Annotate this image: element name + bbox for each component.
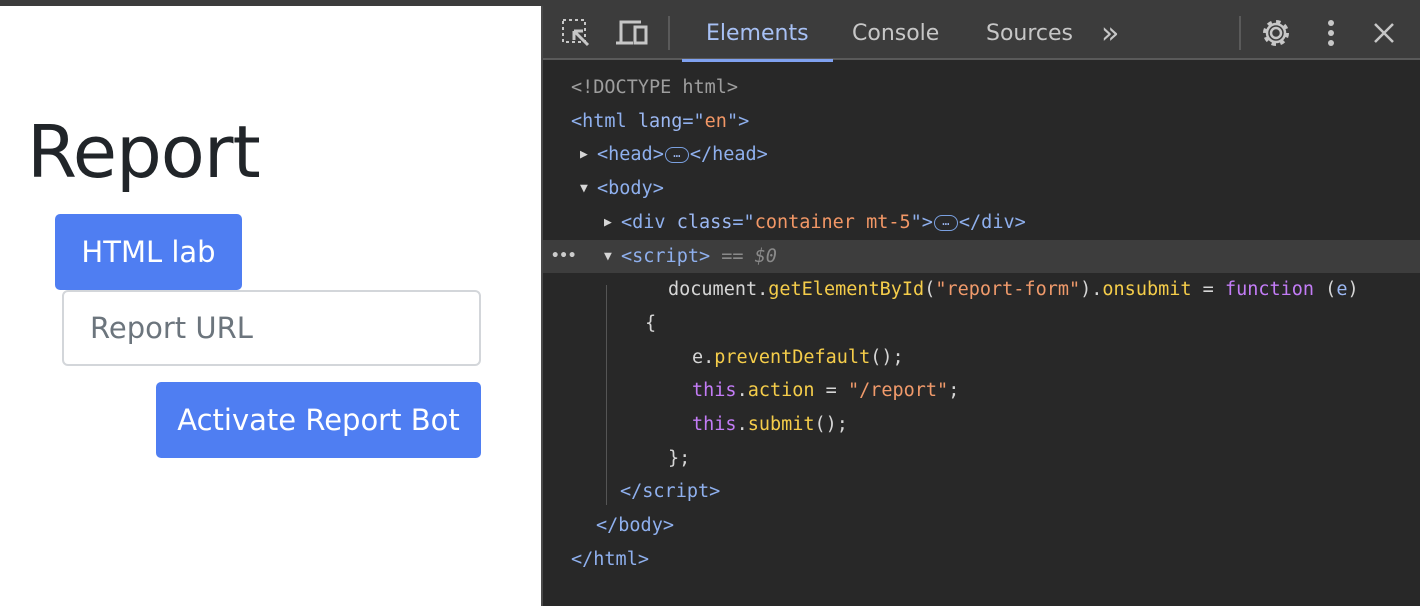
collapsed-ellipsis-icon[interactable]: … <box>664 147 689 164</box>
expand-triangle-icon[interactable]: ▶ <box>580 138 588 171</box>
code-token: </html> <box>571 548 649 570</box>
code-token: }; <box>668 447 691 469</box>
code-token: =" <box>682 110 705 132</box>
toolbar-divider <box>668 16 670 50</box>
report-url-input[interactable]: Report URL <box>62 290 481 366</box>
inspect-element-icon[interactable] <box>561 6 591 60</box>
toolbar-divider <box>1239 16 1241 50</box>
code-token: e <box>1336 279 1348 301</box>
settings-gear-icon[interactable] <box>1260 6 1292 60</box>
dom-tree-line[interactable]: this.submit(); <box>543 408 1420 441</box>
indent-guide <box>606 285 607 505</box>
code-token: (); <box>870 346 904 368</box>
dom-tree-line[interactable]: document.getElementById("report-form").o… <box>543 273 1420 306</box>
code-token: <div <box>621 211 677 233</box>
dom-tree-line[interactable]: e.preventDefault(); <box>543 341 1420 374</box>
code-token: en <box>704 110 727 132</box>
code-token: onsubmit <box>1102 279 1192 301</box>
code-token: ). <box>1080 279 1103 301</box>
tab-elements[interactable]: Elements <box>682 6 832 62</box>
dom-tree-line[interactable]: ▶ <div class="container mt-5">… </div> <box>543 206 1420 239</box>
code-token: = <box>814 380 848 402</box>
code-token: preventDefault <box>714 346 871 368</box>
code-token: "/report" <box>847 380 949 402</box>
more-options-icon[interactable] <box>1327 6 1335 60</box>
code-token: action <box>747 380 815 402</box>
code-token: </script> <box>620 481 721 503</box>
code-token: = <box>1191 279 1225 301</box>
tab-console[interactable]: Console <box>852 6 939 60</box>
dom-tree-line[interactable]: { <box>543 307 1420 340</box>
code-token: ( <box>1314 279 1337 301</box>
node-actions-icon[interactable]: ••• <box>551 240 576 273</box>
dom-tree-line[interactable]: this.action = "/report"; <box>543 374 1420 407</box>
activate-report-bot-button[interactable]: Activate Report Bot <box>156 382 481 458</box>
dom-tree-line[interactable]: <html lang="en"> <box>543 105 1420 138</box>
code-token: </div> <box>958 211 1026 233</box>
dom-tree-line[interactable]: ▶ <head>… </head> <box>543 138 1420 171</box>
code-token: "> <box>910 211 933 233</box>
dom-tree-line[interactable]: <!DOCTYPE html> <box>543 71 1420 104</box>
code-token: </head> <box>689 144 768 166</box>
dom-tree-line[interactable]: ••• ▼ <script> == $0 <box>543 239 1420 273</box>
collapse-triangle-icon[interactable]: ▼ <box>580 172 588 205</box>
dom-tree-line[interactable]: </script> <box>543 475 1420 508</box>
code-token: container mt-5 <box>754 211 911 233</box>
dom-tree-line[interactable]: </body> <box>543 509 1420 542</box>
code-token: this <box>692 380 737 402</box>
code-token: . <box>736 414 748 435</box>
devtools-panel: Elements Console Sources » <!DOCTYPE htm… <box>541 6 1420 606</box>
code-token: function <box>1224 279 1315 301</box>
collapse-triangle-icon[interactable]: ▼ <box>604 240 612 273</box>
code-token: getElementById <box>768 279 925 301</box>
dom-tree-line[interactable]: </html> <box>543 543 1420 576</box>
code-token: (); <box>814 414 848 435</box>
code-token: { <box>645 312 657 334</box>
code-token: e. <box>692 346 715 368</box>
code-token: ) <box>1347 279 1359 301</box>
code-token: this <box>692 414 737 435</box>
code-token: </body> <box>596 515 674 537</box>
more-tabs-icon[interactable]: » <box>1101 6 1119 60</box>
html-lab-button[interactable]: HTML lab <box>55 214 242 290</box>
code-token: <!DOCTYPE html> <box>571 77 739 98</box>
code-token: == $0 <box>710 245 777 267</box>
code-token: "> <box>726 110 750 132</box>
dom-tree-line[interactable]: }; <box>543 442 1420 475</box>
code-token: . <box>736 380 748 402</box>
code-token: =" <box>732 211 755 233</box>
dom-tree-line[interactable]: ▼ <body> <box>543 172 1420 205</box>
code-token: <html <box>571 110 638 132</box>
code-token: "report-form" <box>935 279 1081 301</box>
code-token: ( <box>924 279 936 301</box>
code-token: ; <box>948 380 960 402</box>
close-devtools-icon[interactable] <box>1373 6 1395 60</box>
devtools-toolbar: Elements Console Sources » <box>543 6 1420 62</box>
code-token: class <box>676 211 733 233</box>
tab-sources[interactable]: Sources <box>986 6 1073 60</box>
code-token: <script> <box>621 245 711 267</box>
code-token: submit <box>747 414 815 435</box>
code-token: <head> <box>597 144 664 166</box>
page-title: Report <box>27 110 261 194</box>
device-toolbar-icon[interactable] <box>615 6 649 60</box>
code-token: lang <box>637 110 683 132</box>
code-token: <body> <box>597 178 664 200</box>
code-token: document. <box>668 279 769 301</box>
collapsed-ellipsis-icon[interactable]: … <box>933 214 958 231</box>
expand-triangle-icon[interactable]: ▶ <box>604 206 612 239</box>
